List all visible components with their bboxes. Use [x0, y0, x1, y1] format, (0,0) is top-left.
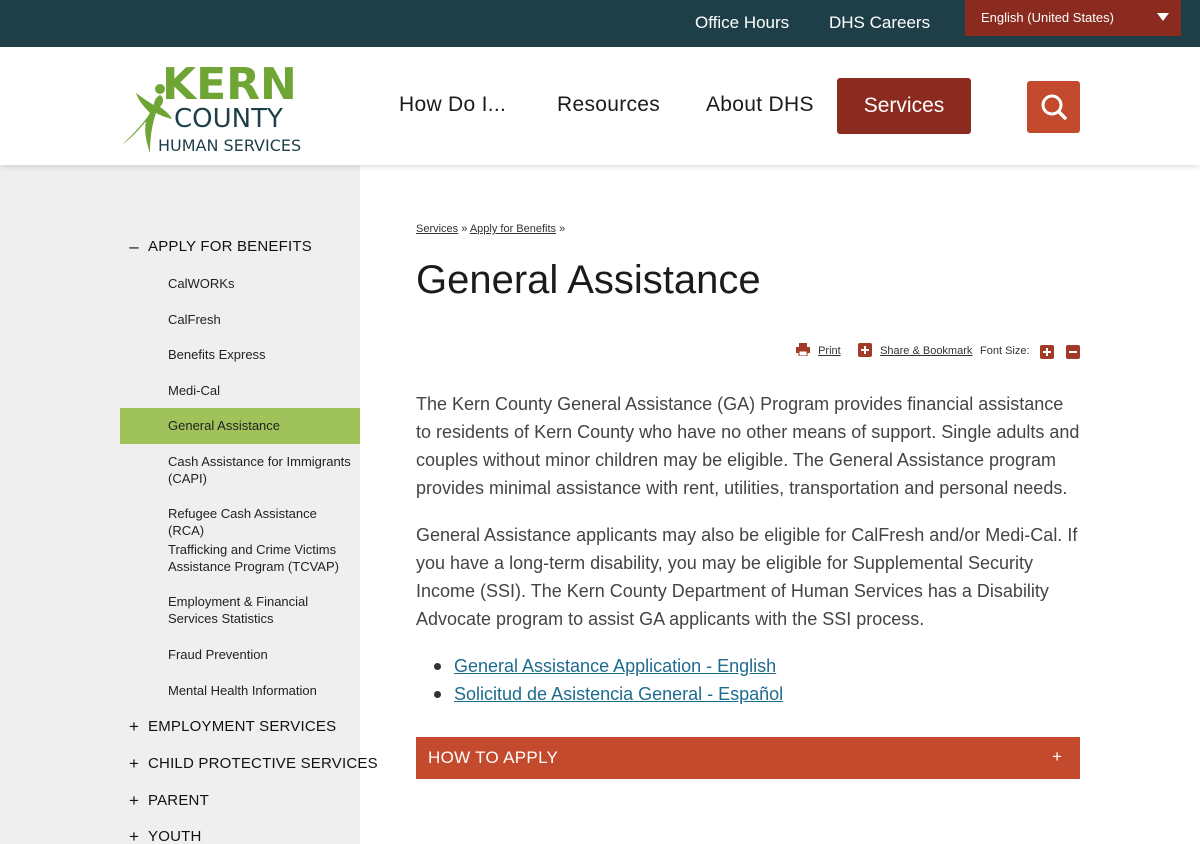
utility-bar: Office Hours DHS Careers English (United…: [0, 0, 1200, 47]
nav-about[interactable]: About DHS: [706, 93, 814, 117]
breadcrumb-apply-for-benefits[interactable]: Apply for Benefits: [470, 223, 556, 235]
intro-paragraph: The Kern County General Assistance (GA) …: [416, 394, 1080, 498]
kern-county-logo[interactable]: KERN COUNTY HUMAN SERVICES: [120, 55, 310, 159]
printer-icon: [796, 343, 810, 357]
expand-icon[interactable]: +: [127, 827, 141, 844]
logo-text-human-services: HUMAN SERVICES: [158, 136, 301, 155]
sidebar-item-rca[interactable]: Refugee Cash Assistance (RCA): [120, 505, 360, 539]
breadcrumb-separator: »: [461, 223, 468, 235]
sidebar-section-parent[interactable]: PARENT: [148, 792, 209, 809]
sidebar-section-apply-for-benefits[interactable]: APPLY FOR BENEFITS: [148, 238, 312, 255]
sidebar-item-statistics[interactable]: Employment & Financial Services Statisti…: [120, 593, 360, 627]
language-select[interactable]: English (United States): [965, 0, 1181, 36]
sidebar-section-child-protective-services[interactable]: CHILD PROTECTIVE SERVICES: [148, 755, 378, 772]
sidebar-item-general-assistance[interactable]: General Assistance: [120, 408, 360, 444]
sidebar-item-tcvap[interactable]: Trafficking and Crime Victims Assistance…: [120, 541, 360, 575]
expand-icon[interactable]: +: [127, 791, 141, 811]
logo-text-kern: KERN: [162, 59, 297, 110]
breadcrumb-separator: »: [559, 223, 566, 235]
site-header: KERN COUNTY HUMAN SERVICES How Do I... R…: [0, 47, 1200, 165]
list-item: General Assistance Application - English: [434, 652, 783, 680]
font-decrease-icon[interactable]: [1066, 345, 1080, 359]
share-bookmark-link[interactable]: Share & Bookmark: [880, 345, 972, 357]
sidebar-item-medi-cal[interactable]: Medi-Cal: [120, 382, 360, 399]
application-spanish-link[interactable]: Solicitud de Asistencia General - Españo…: [454, 684, 783, 704]
office-hours-link[interactable]: Office Hours: [695, 13, 789, 33]
nav-how-do-i[interactable]: How Do I...: [399, 93, 506, 117]
font-increase-icon[interactable]: [1040, 345, 1054, 359]
dhs-careers-link[interactable]: DHS Careers: [829, 13, 930, 33]
language-select-value: English (United States): [981, 10, 1114, 25]
how-to-apply-accordion[interactable]: HOW TO APPLY +: [416, 737, 1080, 779]
nav-services[interactable]: Services: [837, 78, 971, 134]
share-tool[interactable]: Share & Bookmark: [858, 343, 972, 357]
collapse-icon[interactable]: –: [127, 237, 141, 257]
share-plus-icon: [858, 343, 872, 357]
eligibility-paragraph: General Assistance applicants may also b…: [416, 525, 1078, 629]
print-link[interactable]: Print: [818, 345, 841, 357]
page-title: General Assistance: [416, 258, 761, 302]
sidebar-item-fraud-prevention[interactable]: Fraud Prevention: [120, 646, 360, 663]
logo-figure-icon: KERN COUNTY HUMAN SERVICES: [122, 59, 301, 155]
application-english-link[interactable]: General Assistance Application - English: [454, 656, 776, 676]
sidebar-section-employment-services[interactable]: EMPLOYMENT SERVICES: [148, 718, 336, 735]
expand-icon: +: [1052, 747, 1062, 766]
application-links: General Assistance Application - English…: [434, 652, 783, 708]
caret-down-icon: [1157, 13, 1169, 21]
font-size-label: Font Size:: [980, 345, 1030, 357]
sidebar-item-calfresh[interactable]: CalFresh: [120, 311, 360, 328]
list-item: Solicitud de Asistencia General - Españo…: [434, 680, 783, 708]
sidebar-section-youth[interactable]: YOUTH: [148, 828, 202, 844]
sidebar-item-benefits-express[interactable]: Benefits Express: [120, 346, 360, 363]
logo-text-county: COUNTY: [174, 104, 283, 134]
breadcrumb-services[interactable]: Services: [416, 223, 458, 235]
sidebar-item-calworks[interactable]: CalWORKs: [120, 275, 360, 292]
search-icon: [1041, 94, 1067, 120]
print-tool[interactable]: Print: [796, 343, 841, 357]
expand-icon[interactable]: +: [127, 717, 141, 737]
sidebar-item-mental-health[interactable]: Mental Health Information: [120, 682, 360, 699]
accordion-title: HOW TO APPLY: [428, 748, 559, 767]
nav-resources[interactable]: Resources: [557, 93, 660, 117]
search-button[interactable]: [1027, 81, 1080, 133]
sidebar-item-capi[interactable]: Cash Assistance for Immigrants (CAPI): [120, 453, 360, 487]
breadcrumb: Services » Apply for Benefits »: [416, 223, 565, 235]
expand-icon[interactable]: +: [127, 754, 141, 774]
